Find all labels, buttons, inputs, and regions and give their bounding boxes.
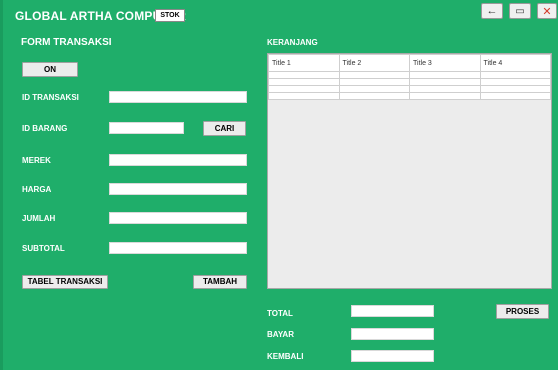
cart-column-header[interactable]: Title 4 [479, 54, 551, 72]
subtotal-label: SUBTOTAL [22, 244, 65, 253]
tabel-transaksi-button[interactable]: TABEL TRANSAKSI [22, 275, 108, 289]
table-cell[interactable] [338, 92, 410, 100]
id-transaksi-label: ID TRANSAKSI [22, 93, 79, 102]
table-cell[interactable] [409, 85, 481, 93]
cart-column-header[interactable]: Title 1 [268, 54, 340, 72]
minimize-button[interactable]: ▭ [509, 3, 531, 19]
jumlah-label: JUMLAH [22, 214, 56, 223]
table-row[interactable] [268, 71, 551, 79]
table-cell[interactable] [338, 71, 410, 79]
form-title: FORM TRANSAKSI [21, 37, 112, 48]
table-cell[interactable] [479, 85, 551, 93]
kembali-field[interactable] [351, 350, 434, 362]
table-cell[interactable] [479, 71, 551, 79]
title-bar: GLOBAL ARTHA COMPUTER STOK ← ▭ ✕ [3, 0, 558, 32]
table-row[interactable] [268, 78, 551, 86]
jumlah-field[interactable] [109, 212, 247, 224]
cari-button[interactable]: CARI [203, 121, 246, 136]
table-cell[interactable] [338, 78, 410, 86]
harga-label: HARGA [22, 185, 52, 194]
id-barang-field[interactable] [109, 122, 184, 134]
merek-label: MEREK [22, 156, 51, 165]
back-icon: ← [486, 5, 498, 17]
table-cell[interactable] [268, 92, 340, 100]
table-cell[interactable] [409, 92, 481, 100]
table-cell[interactable] [338, 85, 410, 93]
tambah-button[interactable]: TAMBAH [193, 275, 247, 289]
cart-table-panel[interactable]: Title 1 Title 2 Title 3 Title 4 [267, 53, 552, 289]
proses-button[interactable]: PROSES [496, 304, 549, 319]
kembali-label: KEMBALI [267, 352, 304, 361]
table-cell[interactable] [268, 78, 340, 86]
close-icon: ✕ [542, 5, 552, 18]
main-window: GLOBAL ARTHA COMPUTER STOK ← ▭ ✕ FORM TR… [0, 0, 558, 370]
subtotal-field[interactable] [109, 242, 247, 254]
on-button[interactable]: ON [22, 62, 78, 77]
stok-button[interactable]: STOK [155, 9, 185, 22]
cart-header-row: Title 1 Title 2 Title 3 Title 4 [268, 54, 551, 72]
id-barang-label: ID BARANG [22, 124, 68, 133]
table-cell[interactable] [479, 78, 551, 86]
table-cell[interactable] [479, 92, 551, 100]
cart-column-header[interactable]: Title 2 [338, 54, 410, 72]
cart-title: KERANJANG [267, 38, 318, 47]
close-button[interactable]: ✕ [537, 3, 557, 19]
harga-field[interactable] [109, 183, 247, 195]
cart-column-header[interactable]: Title 3 [409, 54, 481, 72]
table-row[interactable] [268, 92, 551, 100]
total-field[interactable] [351, 305, 434, 317]
table-cell[interactable] [268, 71, 340, 79]
minimize-icon: ▭ [515, 5, 525, 17]
table-cell[interactable] [409, 71, 481, 79]
table-cell[interactable] [268, 85, 340, 93]
table-row[interactable] [268, 85, 551, 93]
bayar-label: BAYAR [267, 330, 294, 339]
merek-field[interactable] [109, 154, 247, 166]
back-button[interactable]: ← [481, 3, 503, 19]
total-label: TOTAL [267, 309, 293, 318]
id-transaksi-field[interactable] [109, 91, 247, 103]
bayar-field[interactable] [351, 328, 434, 340]
table-cell[interactable] [409, 78, 481, 86]
cart-table[interactable]: Title 1 Title 2 Title 3 Title 4 [268, 54, 551, 100]
